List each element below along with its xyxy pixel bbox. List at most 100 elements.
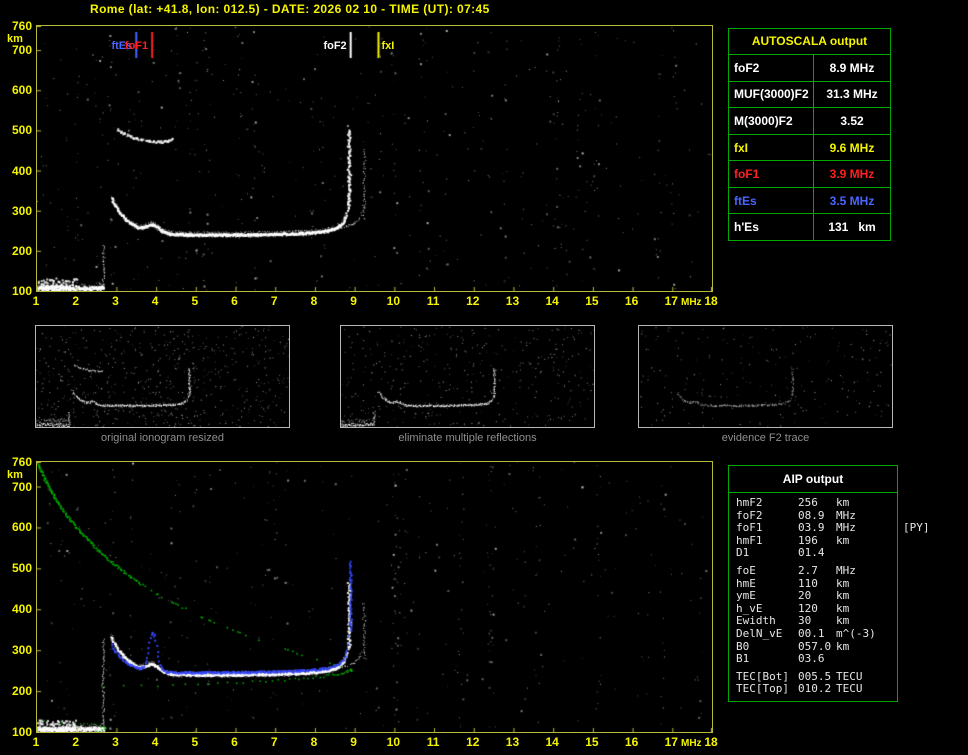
x-axis-tick-label: 7 [270, 735, 278, 749]
x-axis-tick-label: 14 [545, 294, 559, 308]
x-axis-tick-label: 8 [310, 294, 318, 308]
x-axis-tick-label: 1 [32, 735, 40, 749]
x-axis-tick-label: 3 [112, 294, 119, 308]
x-axis-tick-label: 11 [426, 735, 440, 749]
x-axis-tick-label: 6 [231, 294, 238, 308]
x-axis-tick-label: 13 [505, 294, 520, 308]
x-axis-tick-label: 4 [151, 735, 159, 749]
x-axis-tick-label: 2 [72, 294, 80, 308]
y-axis-tick-label: 760 [11, 19, 32, 33]
aip-value: 010.2 [798, 682, 832, 696]
aip-label: DelN_vE [736, 626, 783, 640]
aip-unit: km [836, 496, 850, 509]
aip-row: TEC[Top] 010.2 TECU [736, 683, 897, 696]
autoscala-row-label: h'Es [729, 214, 814, 241]
autoscala-row-value: 3.5 MHz [829, 193, 875, 208]
thumbnail-caption: eliminate multiple reflections [398, 432, 537, 444]
x-axis-tick-label: 15 [585, 294, 599, 308]
aip-label: foE [736, 563, 756, 577]
aip-row: hmF2 256 km [736, 496, 897, 510]
aip-row: ymE 20 km [736, 590, 897, 603]
aip-value: 20 [798, 589, 812, 603]
y-axis-unit-label: km [7, 33, 23, 45]
aip-table-title: AIP output [729, 466, 897, 493]
x-axis-tick-label: 18 [704, 294, 718, 308]
thumbnail-caption: evidence F2 trace [721, 432, 810, 444]
x-axis-tick-label: 12 [466, 294, 480, 308]
autoscala-row-label: M(3000)F2 [729, 108, 814, 134]
y-axis-tick-label: 600 [11, 520, 32, 535]
x-axis-tick-label: 10 [386, 735, 401, 749]
aip-value: 03.9 [798, 521, 825, 535]
thumbnail-original-ionogram: original ionogram resized [35, 325, 290, 444]
aip-unit: km [836, 589, 850, 603]
autoscala-row-label: ftEs [729, 187, 814, 214]
aip-unit: TECU [836, 682, 863, 696]
y-axis-tick-label: 300 [11, 643, 32, 658]
aip-label: D1 [736, 546, 750, 560]
top-ionogram-canvas [36, 25, 713, 292]
autoscala-row-value: 8.9 MHz [829, 60, 875, 75]
x-axis-tick-label: 16 [624, 735, 639, 749]
y-axis-tick-label: 200 [11, 684, 32, 699]
aip-row: DelN_vE 00.1 m^(-3) [736, 626, 897, 641]
x-axis-tick-label: 10 [386, 294, 401, 308]
x-axis-tick-label: 16 [624, 294, 639, 308]
annotation-label-foF2: foF2 [323, 40, 347, 52]
x-axis-tick-label: 15 [585, 735, 599, 749]
x-axis-tick-label: 12 [466, 735, 480, 749]
aip-label: hmF2 [736, 496, 763, 509]
x-axis-tick-label: 6 [231, 735, 238, 749]
x-axis-tick-label: 8 [310, 735, 318, 749]
x-axis-tick-label: 5 [191, 735, 199, 749]
x-axis-tick-label: 18 [704, 735, 718, 749]
aip-unit: MHz [836, 521, 856, 535]
aip-row: D1 01.4 [736, 547, 897, 560]
aip-label: foF1 [736, 521, 763, 535]
y-axis-tick-label: 760 [11, 455, 32, 469]
autoscala-row-label: foF1 [729, 161, 814, 187]
x-axis-tick-label: 7 [270, 294, 278, 308]
aip-value: 01.4 [798, 546, 825, 560]
thumbnail-evidence-f2-trace-canvas [638, 325, 893, 428]
autoscala-row-label: MUF(3000)F2 [729, 81, 814, 108]
autoscala-row-label: foF2 [729, 55, 814, 81]
x-axis-tick-label: 14 [545, 735, 559, 749]
aip-unit [836, 653, 897, 666]
autoscala-table-title: AUTOSCALA output [729, 29, 890, 55]
x-axis-tick-label: 9 [350, 735, 357, 749]
page-title: Rome (lat: +41.8, lon: 012.5) - DATE: 20… [90, 2, 490, 16]
autoscala-table-body: foF2 8.9 MHz MUF(3000)F2 31.3 MHz M(3000)F2 3… [729, 55, 890, 241]
aip-value: 256 [798, 496, 818, 509]
aip-value: 2.7 [798, 563, 818, 577]
y-axis-tick-label: 600 [11, 83, 32, 98]
aip-output-table: AIP output hmF2 256 km foF2 08.9 MHz foF1 03.9 M… [728, 465, 898, 702]
aip-row: B1 03.6 [736, 653, 897, 666]
x-axis-tick-label: 2 [72, 735, 80, 749]
autoscala-row: foF1 3.9 MHz [729, 161, 890, 188]
autoscala-row-value: 9.6 MHz [829, 140, 875, 155]
aip-unit: m^(-3) [836, 626, 876, 640]
aip-fof1-method-flag: [PY] [903, 521, 930, 534]
autoscala-row: M(3000)F2 3.52 [729, 108, 890, 135]
autoscala-row-value: 31.3 MHz [826, 87, 878, 102]
autoscala-row-label: fxI [729, 134, 814, 161]
y-axis-tick-label: 700 [11, 479, 32, 494]
annotation-label-foF1: foF1 [124, 40, 149, 52]
x-axis-tick-label: 9 [350, 294, 357, 308]
autoscala-output-table: AUTOSCALA output foF2 8.9 MHz MUF(3000)F2 3… [728, 28, 891, 241]
y-axis-unit-label: km [7, 469, 23, 481]
aip-row: foE 2.7 MHz [736, 563, 897, 578]
autoscala-row: ftEs 3.5 MHz [729, 187, 890, 215]
x-axis-unit-label: MHz [681, 738, 702, 749]
autoscala-row-value: 131 km [828, 220, 876, 235]
x-axis-tick-label: 17 [664, 735, 678, 749]
y-axis-tick-label: 400 [11, 602, 32, 617]
aip-value: 03.6 [798, 652, 825, 666]
aip-label: B1 [736, 652, 750, 666]
aip-unit: km [836, 533, 850, 547]
annotation-label-fxI: fxI [381, 40, 395, 52]
x-axis-tick-label: 13 [505, 735, 520, 749]
autoscala-row-value: 3.9 MHz [829, 167, 875, 182]
autoscala-window: Rome (lat: +41.8, lon: 012.5) - DATE: 20… [0, 0, 968, 755]
